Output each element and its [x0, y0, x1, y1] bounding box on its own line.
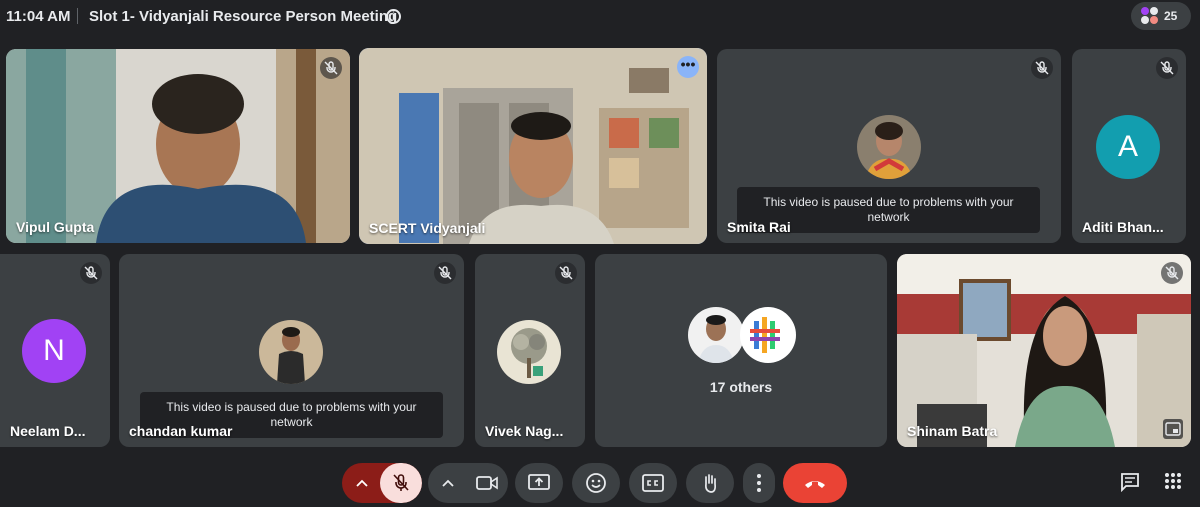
avatar: A: [1096, 115, 1160, 179]
divider: [77, 8, 78, 24]
avatar: [497, 320, 561, 384]
participant-name: Aditi Bhan...: [1082, 219, 1164, 235]
more-options-icon[interactable]: •••: [677, 56, 699, 78]
end-call-icon: [805, 481, 825, 488]
avatar: N: [22, 319, 86, 383]
mic-off-icon: [320, 57, 342, 79]
people-button[interactable]: 25: [1131, 2, 1191, 30]
mic-off-icon: [1156, 57, 1178, 79]
others-count-label: 17 others: [709, 379, 773, 395]
participant-tile-vipul-gupta[interactable]: Vipul Gupta: [6, 49, 350, 243]
mic-control-group: [342, 463, 422, 503]
info-icon[interactable]: i: [386, 9, 401, 24]
raise-hand-button[interactable]: [686, 463, 734, 503]
camera-toggle-button[interactable]: [466, 463, 508, 503]
captions-button[interactable]: [629, 463, 677, 503]
participant-tile-aditi[interactable]: A Aditi Bhan...: [1072, 49, 1186, 243]
participant-tile-neelam[interactable]: N Neelam D...: [0, 254, 110, 447]
people-icon: [1141, 7, 1149, 15]
present-icon: [528, 474, 550, 490]
participant-tile-vivek[interactable]: Vivek Nag...: [475, 254, 585, 447]
raise-hand-icon: [705, 474, 717, 493]
camera-icon: [476, 476, 498, 490]
avatar: [259, 320, 323, 384]
people-icon-dot: [1150, 16, 1158, 24]
top-bar: 11:04 AM Slot 1- Vidyanjali Resource Per…: [0, 0, 1200, 34]
mic-off-icon: [80, 262, 102, 284]
participant-name: Vipul Gupta: [16, 219, 95, 235]
participant-tile-chandan-kumar[interactable]: This video is paused due to problems wit…: [119, 254, 464, 447]
microphone-toggle-button[interactable]: [380, 463, 422, 503]
chevron-up-icon: [442, 479, 454, 487]
participant-count: 25: [1164, 9, 1178, 23]
video-settings-button[interactable]: [428, 463, 466, 503]
audio-settings-button[interactable]: [342, 463, 380, 503]
mic-off-icon: [393, 474, 409, 491]
leave-call-button[interactable]: [783, 463, 847, 503]
reactions-button[interactable]: [572, 463, 620, 503]
others-tile[interactable]: 17 others: [595, 254, 887, 447]
participant-video: [359, 48, 707, 244]
meeting-time: 11:04 AM: [6, 8, 71, 25]
more-options-button[interactable]: [743, 463, 775, 503]
participant-name: SCERT Vidyanjali: [369, 220, 486, 236]
people-icon-dot: [1150, 7, 1158, 15]
people-icon-dot: [1141, 16, 1149, 24]
captions-icon: [642, 474, 664, 492]
avatar: [688, 307, 744, 363]
avatar: [740, 307, 796, 363]
activities-icon[interactable]: [1164, 472, 1186, 494]
present-button[interactable]: [515, 463, 563, 503]
participant-name: Vivek Nag...: [485, 423, 564, 439]
participant-name: Smita Rai: [727, 219, 791, 235]
call-controls: [0, 458, 1200, 507]
pip-icon[interactable]: [1163, 419, 1183, 439]
participant-video: [897, 254, 1191, 447]
participant-name: Shinam Batra: [907, 423, 998, 439]
mic-off-icon: [1161, 262, 1183, 284]
meeting-title: Slot 1- Vidyanjali Resource Person Meeti…: [89, 8, 398, 25]
more-options-icon: [757, 474, 761, 492]
participant-tile-shinam-batra[interactable]: Shinam Batra: [897, 254, 1191, 447]
participant-tile-smita-rai[interactable]: This video is paused due to problems wit…: [717, 49, 1061, 243]
avatar: [857, 115, 921, 179]
chevron-up-icon: [356, 479, 368, 487]
participant-video: [6, 49, 350, 243]
mic-off-icon: [434, 262, 456, 284]
participant-name: Neelam D...: [10, 423, 86, 439]
chat-icon[interactable]: [1120, 472, 1142, 494]
participant-name: chandan kumar: [129, 423, 233, 439]
mic-off-icon: [1031, 57, 1053, 79]
participant-tile-scert-vidyanjali[interactable]: ••• SCERT Vidyanjali: [359, 48, 707, 244]
camera-control-group: [428, 463, 508, 503]
mic-off-icon: [555, 262, 577, 284]
emoji-icon: [586, 473, 606, 493]
